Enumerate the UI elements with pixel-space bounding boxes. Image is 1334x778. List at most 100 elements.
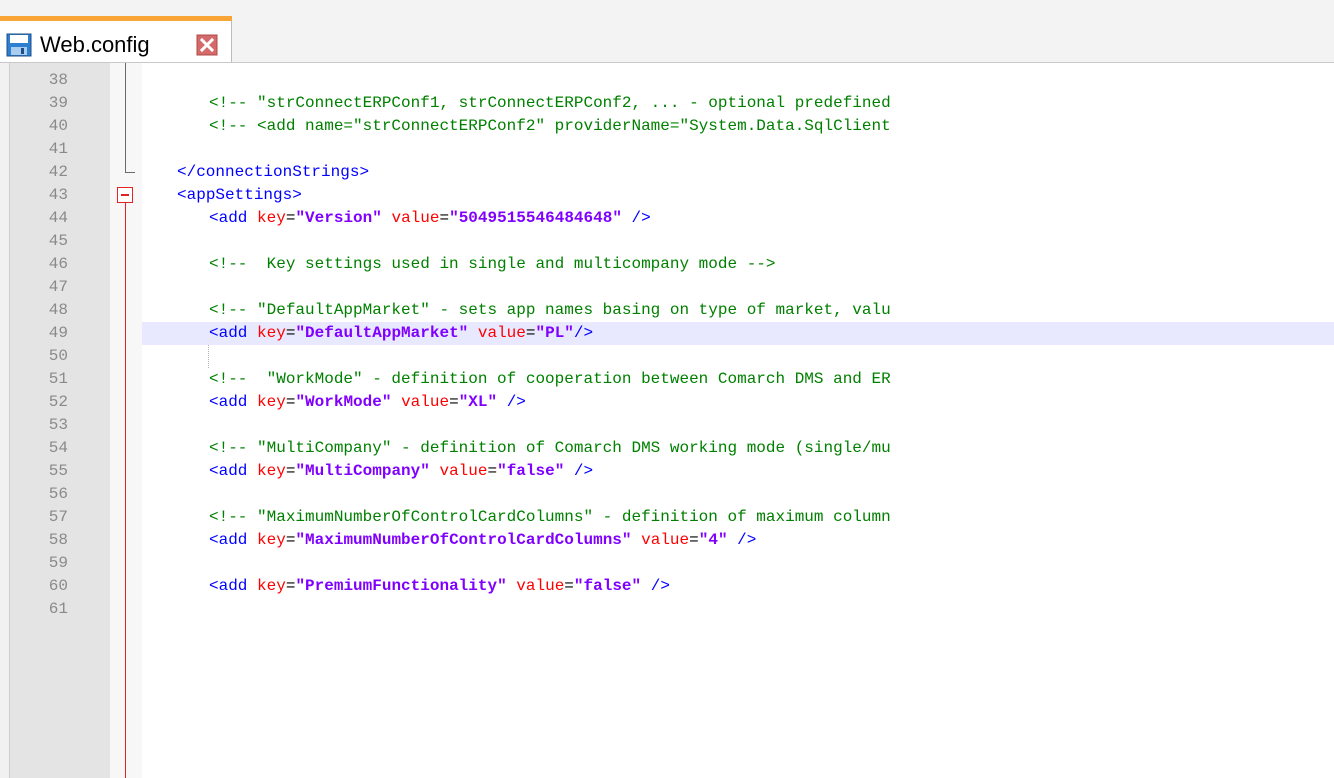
- code-line[interactable]: 58 <add key="MaximumNumberOfControlCardCo…: [0, 529, 1334, 552]
- code-line[interactable]: 49 <add key="DefaultAppMarket" value="PL"…: [0, 322, 1334, 345]
- line-number: 43: [48, 186, 68, 204]
- line-number: 45: [48, 232, 68, 250]
- xml-tag-open: <add: [209, 393, 258, 411]
- code-line[interactable]: 46 <!-- Key settings used in single and m…: [0, 253, 1334, 276]
- code-text-area[interactable]: <appSettings>: [142, 184, 1334, 207]
- code-line[interactable]: 55 <add key="MultiCompany" value="false" …: [0, 460, 1334, 483]
- fold-collapse-icon[interactable]: [117, 187, 133, 203]
- xml-equals: =: [285, 531, 296, 549]
- code-text: <!-- Key settings used in single and mul…: [209, 253, 776, 276]
- code-text-area[interactable]: <add key="MultiCompany" value="false" />: [142, 460, 1334, 483]
- code-text-area[interactable]: <add key="Version" value="50495155464846…: [142, 207, 1334, 230]
- xml-attribute-name: key: [257, 531, 286, 549]
- code-line[interactable]: 43 <appSettings>: [0, 184, 1334, 207]
- close-icon[interactable]: [196, 34, 218, 56]
- code-text-area[interactable]: <!-- "strConnectERPConf1, strConnectERPC…: [142, 92, 1334, 115]
- code-line[interactable]: 52 <add key="WorkMode" value="XL" />: [0, 391, 1334, 414]
- code-text: </connectionStrings>: [177, 161, 369, 184]
- code-text-area[interactable]: <add key="DefaultAppMarket" value="PL"/>: [142, 322, 1334, 345]
- code-text-area[interactable]: </connectionStrings>: [142, 161, 1334, 184]
- tab-title: Web.config: [40, 32, 150, 57]
- code-text-area[interactable]: [142, 230, 1334, 253]
- xml-tag-name: connectionStrings: [196, 163, 360, 181]
- xml-attribute-name: value: [401, 393, 450, 411]
- code-text: <appSettings>: [177, 184, 302, 207]
- xml-attribute-name: value: [516, 577, 565, 595]
- xml-tag-close: />: [727, 531, 757, 549]
- xml-tag-open: <add: [209, 209, 258, 227]
- line-number: 42: [48, 163, 68, 181]
- code-line[interactable]: 53: [0, 414, 1334, 437]
- code-text: <add key="MultiCompany" value="false" />: [209, 460, 593, 483]
- code-text-area[interactable]: [142, 598, 1334, 621]
- code-text-area[interactable]: <!-- "WorkMode" - definition of cooperat…: [142, 368, 1334, 391]
- code-text-area[interactable]: [142, 483, 1334, 506]
- xml-equals: =: [487, 462, 498, 480]
- line-number: 46: [48, 255, 68, 273]
- xml-attribute-value: "DefaultAppMarket": [295, 324, 469, 342]
- line-number: 40: [48, 117, 68, 135]
- code-line[interactable]: 54 <!-- "MultiCompany" - definition of Co…: [0, 437, 1334, 460]
- code-line[interactable]: 47: [0, 276, 1334, 299]
- code-line[interactable]: 41: [0, 138, 1334, 161]
- xml-tag-close: >: [359, 163, 370, 181]
- code-line[interactable]: 44 <add key="Version" value="504951554648…: [0, 207, 1334, 230]
- code-line[interactable]: 42 </connectionStrings>: [0, 161, 1334, 184]
- code-text-area[interactable]: [142, 345, 1334, 368]
- code-text-area[interactable]: [142, 138, 1334, 161]
- code-line[interactable]: 40 <!-- <add name="strConnectERPConf2" pr…: [0, 115, 1334, 138]
- code-text-area[interactable]: <add key="MaximumNumberOfControlCardColu…: [142, 529, 1334, 552]
- code-text-area[interactable]: <!-- Key settings used in single and mul…: [142, 253, 1334, 276]
- xml-tag-open: </: [177, 163, 197, 181]
- line-number: 49: [48, 324, 68, 342]
- line-number: 47: [48, 278, 68, 296]
- code-text-area[interactable]: [142, 414, 1334, 437]
- code-text-area[interactable]: <add key="PremiumFunctionality" value="f…: [142, 575, 1334, 598]
- code-line[interactable]: 38: [0, 69, 1334, 92]
- line-number: 38: [48, 71, 68, 89]
- code-line[interactable]: 60 <add key="PremiumFunctionality" value=…: [0, 575, 1334, 598]
- code-text-area[interactable]: <add key="WorkMode" value="XL" />: [142, 391, 1334, 414]
- code-line[interactable]: 48 <!-- "DefaultAppMarket" - sets app nam…: [0, 299, 1334, 322]
- code-line[interactable]: 39 <!-- "strConnectERPConf1, strConnectER…: [0, 92, 1334, 115]
- line-number: 60: [48, 577, 68, 595]
- xml-tag-open: <add: [209, 531, 258, 549]
- tab-bar: Web.config: [0, 0, 1334, 63]
- code-line[interactable]: 59: [0, 552, 1334, 575]
- code-text-area[interactable]: [142, 69, 1334, 92]
- xml-attribute-value: "false": [497, 462, 565, 480]
- tab-web-config[interactable]: Web.config: [0, 16, 232, 62]
- code-text: <!-- <add name="strConnectERPConf2" prov…: [209, 115, 891, 138]
- code-line[interactable]: 56: [0, 483, 1334, 506]
- code-text: <add key="WorkMode" value="XL" />: [209, 391, 526, 414]
- code-text-area[interactable]: [142, 276, 1334, 299]
- xml-tag-close: >: [292, 186, 302, 204]
- xml-equals: =: [285, 393, 296, 411]
- xml-attribute-value: "5049515546484648": [449, 209, 622, 227]
- line-number: 39: [48, 94, 68, 112]
- code-editor[interactable]: 38 39 <!-- "strConnectERPConf1, strConnect…: [0, 63, 1334, 778]
- tab-active-indicator: [0, 16, 232, 21]
- code-text-area[interactable]: <!-- "MultiCompany" - definition of Coma…: [142, 437, 1334, 460]
- xml-attribute-value: "false": [573, 577, 642, 595]
- code-line[interactable]: 51 <!-- "WorkMode" - definition of cooper…: [0, 368, 1334, 391]
- code-text: <add key="MaximumNumberOfControlCardColu…: [209, 529, 756, 552]
- code-line[interactable]: 61: [0, 598, 1334, 621]
- code-line[interactable]: 45: [0, 230, 1334, 253]
- code-text: <!-- "MultiCompany" - definition of Coma…: [209, 437, 891, 460]
- line-number: 50: [48, 347, 68, 365]
- code-text-area[interactable]: <!-- "DefaultAppMarket" - sets app names…: [142, 299, 1334, 322]
- xml-equals: =: [564, 577, 574, 595]
- code-line[interactable]: 50: [0, 345, 1334, 368]
- line-number: 55: [48, 462, 68, 480]
- code-text: <!-- "strConnectERPConf1, strConnectERPC…: [209, 92, 891, 115]
- code-text: <add key="DefaultAppMarket" value="PL"/>: [209, 322, 593, 345]
- code-line[interactable]: 57 <!-- "MaximumNumberOfControlCardColumn…: [0, 506, 1334, 529]
- xml-attribute-value: "PL": [535, 324, 574, 342]
- xml-tag-close: />: [564, 462, 594, 480]
- line-number: 44: [48, 209, 68, 227]
- xml-equals: =: [285, 577, 296, 595]
- code-text-area[interactable]: <!-- "MaximumNumberOfControlCardColumns"…: [142, 506, 1334, 529]
- code-text-area[interactable]: [142, 552, 1334, 575]
- code-text-area[interactable]: <!-- <add name="strConnectERPConf2" prov…: [142, 115, 1334, 138]
